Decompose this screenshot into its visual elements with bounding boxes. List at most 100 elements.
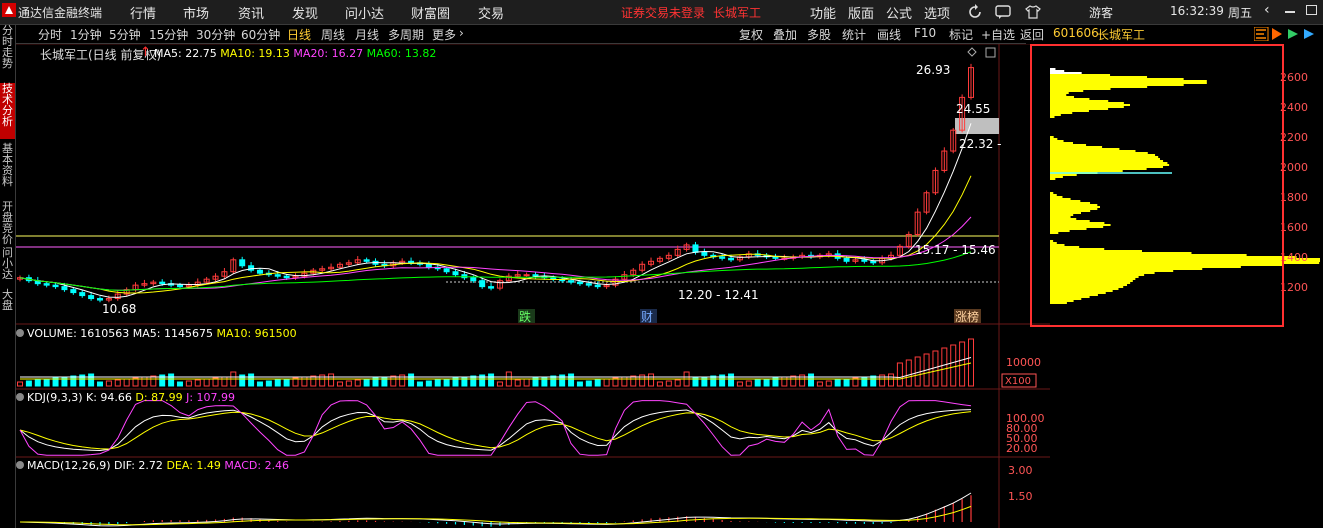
menu-banmian[interactable]: 版面 <box>848 3 874 22</box>
volume-bar <box>34 379 41 387</box>
tab-jishufenxi[interactable]: 技术分析 <box>0 83 15 139</box>
volume-bar <box>665 380 672 387</box>
menu-wenxiaoda[interactable]: 问小达 <box>345 3 384 22</box>
price-label-low: 10.68 <box>102 302 136 316</box>
candle-body <box>425 263 432 268</box>
period-5min[interactable]: 5分钟 <box>109 26 141 43</box>
tab-wenxiaoda[interactable]: 问小达 <box>0 247 15 287</box>
period-rixian[interactable]: 日线 <box>287 26 311 43</box>
menu-gongneng[interactable]: 功能 <box>810 3 836 22</box>
period-duozhouqi[interactable]: 多周期 <box>388 26 424 43</box>
period-60min[interactable]: 60分钟 <box>241 26 280 43</box>
period-1min[interactable]: 1分钟 <box>70 26 102 43</box>
macd-panel-toggle-icon[interactable] <box>16 461 24 469</box>
right-panel-icons[interactable] <box>1254 27 1316 41</box>
right-stock-name: 长城军工 <box>1097 28 1146 42</box>
period-zhouxian[interactable]: 周线 <box>321 26 345 43</box>
status-stock-name: 长城军工 <box>713 6 762 20</box>
volume-bar <box>354 379 361 387</box>
volume-bar <box>96 381 103 387</box>
diamond-icon[interactable] <box>967 47 977 57</box>
candle-body <box>585 283 592 286</box>
volume-bar <box>123 378 130 387</box>
user-name[interactable]: 游客 <box>1089 4 1113 21</box>
menu-jiaoyi[interactable]: 交易 <box>478 3 504 22</box>
period-15min[interactable]: 15分钟 <box>149 26 188 43</box>
tool-biaoji[interactable]: 标记 <box>949 26 973 43</box>
candle-body <box>61 286 68 291</box>
message-icon[interactable] <box>995 4 1011 20</box>
volume-bar <box>88 373 95 387</box>
volume-bar <box>194 379 201 387</box>
volume-bar <box>905 359 912 387</box>
volume-panel-toggle-icon[interactable] <box>16 329 24 337</box>
candle-body <box>283 275 290 279</box>
menu-shichang[interactable]: 市场 <box>183 3 209 22</box>
volume-bar <box>568 373 575 387</box>
login-warning[interactable]: 证券交易未登录 <box>621 4 705 21</box>
volume-bar <box>808 373 815 387</box>
chevron-right-icon[interactable]: › <box>459 26 464 40</box>
tool-f10[interactable]: F10 <box>914 26 936 40</box>
period-yuexian[interactable]: 月线 <box>355 26 379 43</box>
badge-cai[interactable]: 财 <box>641 310 653 324</box>
chip-axis-2400: 2400 <box>1280 101 1308 114</box>
candle-body <box>594 284 601 288</box>
last-price-marker <box>955 118 999 134</box>
shirt-icon[interactable] <box>1025 5 1041 19</box>
maximize-icon[interactable] <box>1306 5 1317 15</box>
candle-body <box>443 268 450 273</box>
volume-bar <box>43 378 50 387</box>
volume-bar <box>256 381 263 387</box>
chart-maximize-icon[interactable] <box>985 47 996 58</box>
kdj-panel-toggle-icon[interactable] <box>16 393 24 401</box>
tab-jibenziliao[interactable]: 基本资料 <box>0 143 15 198</box>
left-tabs: 分时走势 技术分析 基本资料 开盘竞价 问小达 大盘 <box>0 25 16 528</box>
period-fenshi[interactable]: 分时 <box>38 26 62 43</box>
period-gengduo[interactable]: 更多 <box>432 26 456 43</box>
menu-caifuquan[interactable]: 财富圈 <box>411 3 450 22</box>
volume-bar <box>968 338 974 387</box>
volume-legend-item-2: MA10: 961500 <box>216 327 297 340</box>
tool-huaxian[interactable]: 画线 <box>877 26 901 43</box>
menu-faxian[interactable]: 发现 <box>292 3 318 22</box>
menu-gongshi[interactable]: 公式 <box>886 3 912 22</box>
tool-tongji[interactable]: 统计 <box>842 26 866 43</box>
ma5-line <box>19 123 972 298</box>
tab-dapan[interactable]: 大盘 <box>0 289 15 319</box>
candle-body <box>692 244 699 253</box>
badge-zhangbang[interactable]: 涨榜 <box>955 309 979 324</box>
ma-legend-item-2: MA20: 16.27 <box>293 47 367 60</box>
back-arrow-icon[interactable]: ‹ <box>1264 2 1270 18</box>
kline-chart[interactable]: 26.93 24.55 22.32 - 15.17 - 15.46 12.20 … <box>16 44 1050 528</box>
ma-legend-item-0: MA5: 22.75 <box>154 47 221 60</box>
volume-bar <box>434 379 441 387</box>
kdj-legend: KDJ(9,3,3) K: 94.66 D: 87.99 J: 107.99 <box>27 390 235 404</box>
tool-add-watchlist[interactable]: +自选 <box>981 26 1015 43</box>
refresh-icon[interactable] <box>967 4 983 20</box>
volume-bar <box>443 378 450 387</box>
candle-body <box>728 257 735 261</box>
macd-bars <box>19 492 972 527</box>
menu-xuanxiang[interactable]: 选项 <box>924 3 950 22</box>
app-name: 通达信金融终端 <box>18 6 103 20</box>
volume-legend-item-1: MA5: 1145675 <box>132 327 217 340</box>
badge-die[interactable]: 跌 <box>519 309 531 324</box>
volume-bar <box>896 362 903 387</box>
candle-body <box>576 281 583 285</box>
tab-fenshi[interactable]: 分时走势 <box>0 25 15 80</box>
menu-hangqing[interactable]: 行情 <box>130 3 156 22</box>
minimize-icon[interactable] <box>1285 11 1295 13</box>
volume-bar <box>843 378 850 387</box>
candle-body <box>861 259 868 262</box>
flag-icon <box>1272 28 1282 40</box>
tool-fanhui[interactable]: 返回 <box>1020 26 1044 43</box>
menu-zixun[interactable]: 资讯 <box>238 3 264 22</box>
period-30min[interactable]: 30分钟 <box>196 26 235 43</box>
volume-bar <box>861 376 868 387</box>
tool-fuquan[interactable]: 复权 <box>739 26 763 43</box>
volume-bar <box>496 381 503 387</box>
tool-duogu[interactable]: 多股 <box>807 26 831 43</box>
tab-kaipanjingjia[interactable]: 开盘竞价 <box>0 201 15 251</box>
tool-diejia[interactable]: 叠加 <box>773 26 797 43</box>
